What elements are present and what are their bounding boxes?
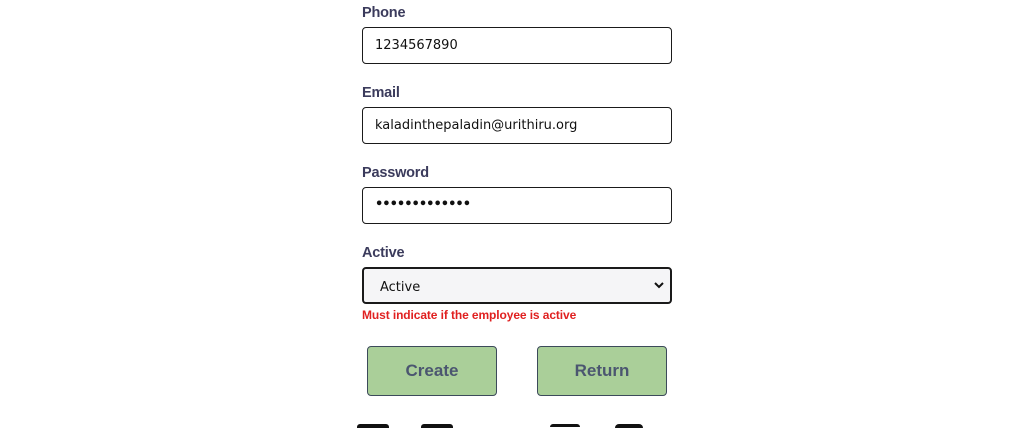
active-error-message: Must indicate if the employee is active [362,308,577,322]
chevron-down-icon [654,282,664,289]
active-select[interactable]: Active [362,267,672,304]
return-button[interactable]: Return [537,346,667,396]
linkedin-icon[interactable] [421,424,453,428]
active-label: Active [362,245,405,261]
instagram-icon[interactable] [550,424,580,427]
github-icon[interactable] [615,424,643,428]
password-label: Password [362,165,429,181]
active-select-value: Active [380,280,421,295]
create-button[interactable]: Create [367,346,497,396]
email-label: Email [362,85,400,101]
phone-label: Phone [362,5,406,21]
password-input[interactable]: ••••••••••••• [362,187,672,224]
phone-input[interactable]: 1234567890 [362,27,672,64]
email-input[interactable]: kaladinthepaladin@urithiru.org [362,107,672,144]
facebook-icon[interactable] [357,424,389,428]
social-icons-row [0,424,1034,428]
